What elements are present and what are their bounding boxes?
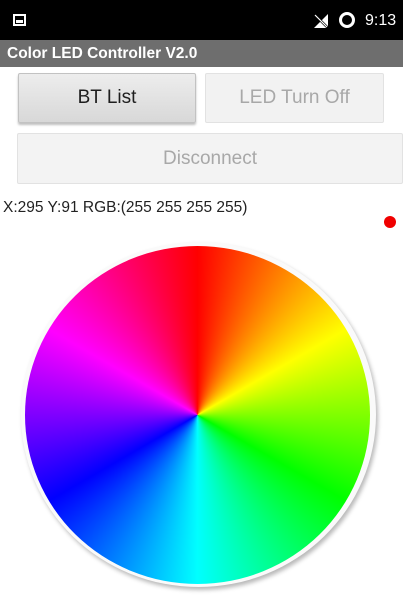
disconnect-button[interactable]: Disconnect: [17, 133, 403, 184]
app-title: Color LED Controller V2.0: [7, 45, 198, 62]
circle-status-icon: [339, 12, 355, 28]
status-bar: 9:13: [0, 0, 403, 40]
color-readout: X:295 Y:91 RGB:(255 255 255 255): [3, 199, 248, 216]
action-bar: Color LED Controller V2.0: [0, 40, 403, 67]
color-wheel[interactable]: [25, 246, 370, 584]
status-time: 9:13: [365, 12, 397, 29]
color-indicator-dot: [384, 216, 396, 228]
led-turn-off-button[interactable]: LED Turn Off: [205, 73, 384, 123]
notification-icon: [13, 14, 26, 26]
no-signal-icon: [314, 14, 329, 29]
bt-list-button[interactable]: BT List: [18, 73, 196, 123]
color-wheel-container[interactable]: [18, 239, 378, 589]
